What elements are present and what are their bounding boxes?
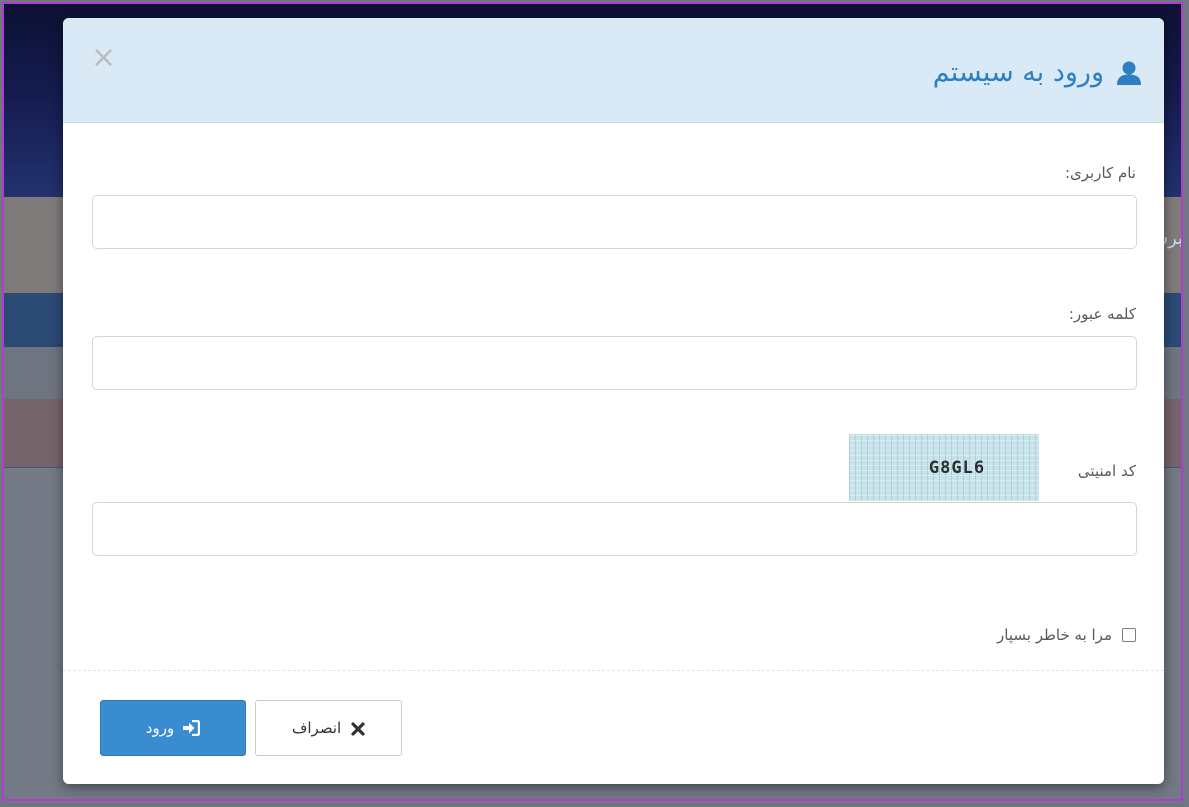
captcha-label: کد امنیتی bbox=[1077, 462, 1136, 480]
remember-me-checkbox[interactable] bbox=[1122, 628, 1136, 642]
remember-me-row: مرا به خاطر بسپار bbox=[997, 626, 1136, 644]
password-input[interactable] bbox=[92, 336, 1137, 390]
username-label: نام کاربری: bbox=[1064, 164, 1136, 182]
cancel-button-label: انصراف bbox=[291, 719, 342, 737]
cancel-button[interactable]: انصراف bbox=[255, 700, 402, 756]
captcha-code-text: G8GL6 bbox=[928, 457, 986, 478]
footer-divider bbox=[63, 670, 1164, 671]
password-label: کلمه عبور: bbox=[1068, 305, 1136, 323]
times-icon bbox=[351, 721, 365, 736]
login-modal: ورود به سیستم × نام کاربری: کلمه عبور: ک… bbox=[63, 18, 1164, 784]
sign-in-icon bbox=[182, 719, 201, 737]
browser-viewport: برس ورود به سیستم × نام کاربری: کلمه عبو… bbox=[0, 0, 1189, 807]
modal-title: ورود به سیستم bbox=[932, 57, 1104, 88]
captcha-input[interactable] bbox=[92, 502, 1137, 556]
login-button-label: ورود bbox=[145, 719, 175, 737]
close-button[interactable]: × bbox=[91, 43, 116, 73]
username-input[interactable] bbox=[92, 195, 1137, 249]
modal-title-group: ورود به سیستم bbox=[933, 56, 1142, 90]
user-icon bbox=[1116, 60, 1142, 86]
modal-header: ورود به سیستم × bbox=[63, 18, 1164, 123]
remember-me-label[interactable]: مرا به خاطر بسپار bbox=[997, 626, 1112, 644]
login-button[interactable]: ورود bbox=[100, 700, 246, 756]
captcha-image[interactable]: G8GL6 bbox=[849, 434, 1039, 501]
